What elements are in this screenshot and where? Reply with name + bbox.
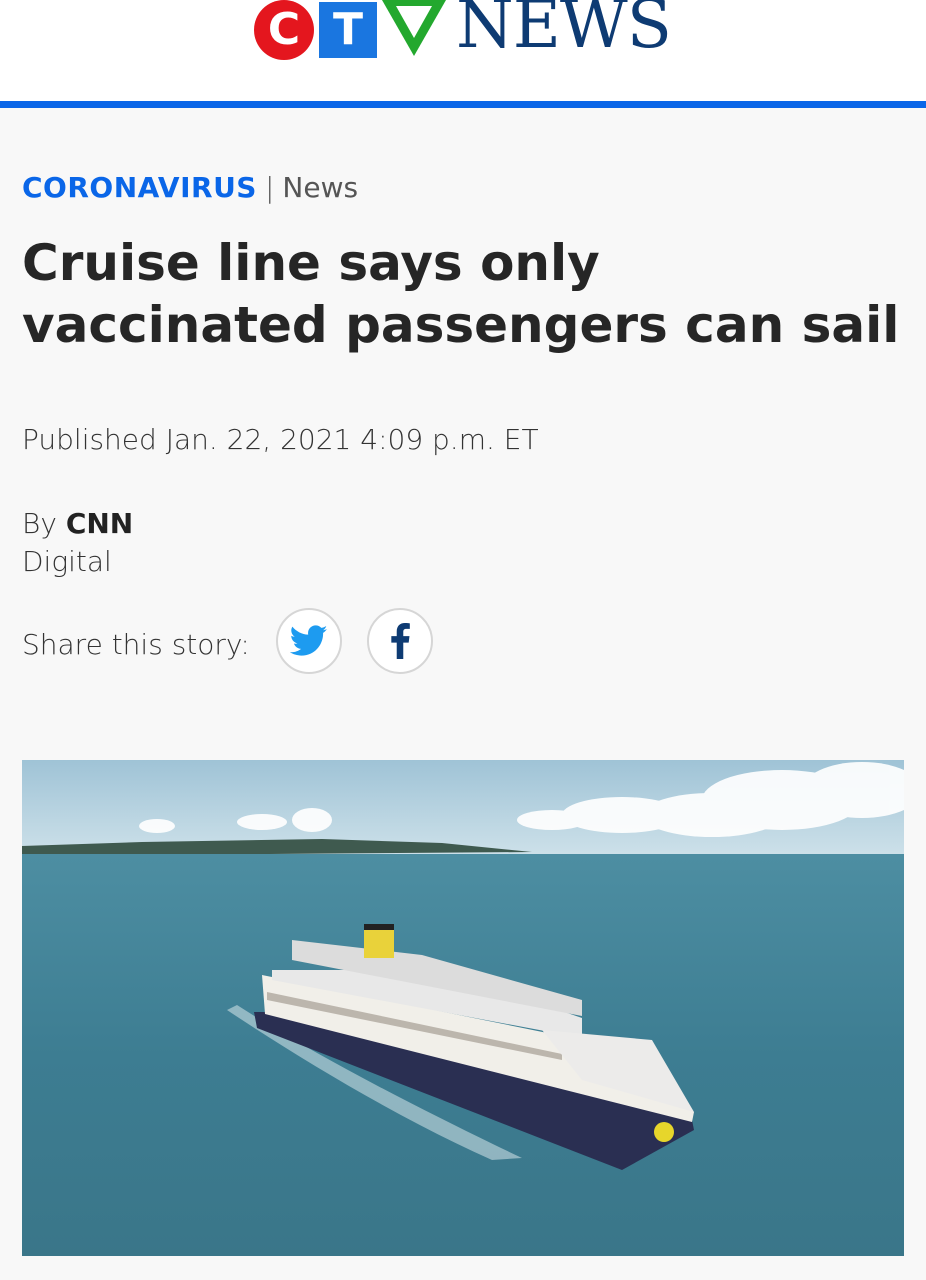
logo-v: [382, 0, 446, 56]
ctv-news-logo[interactable]: C T NEWS: [252, 0, 682, 64]
share-facebook-button[interactable]: [367, 608, 433, 674]
published-date: Published Jan. 22, 2021 4:09 p.m. ET: [22, 423, 539, 456]
byline-desk: Digital: [22, 545, 112, 578]
twitter-icon: [290, 625, 328, 656]
share-bar: Share this story:: [22, 608, 522, 678]
byline-prefix: By: [22, 507, 57, 540]
category-separator: |: [264, 171, 275, 204]
logo-t: T: [319, 2, 377, 58]
site-header: C T NEWS: [0, 0, 926, 108]
facebook-icon: [391, 623, 410, 659]
cruise-ship-photo: [22, 760, 904, 1256]
hero-image: [22, 760, 904, 1256]
byline-author: CNN: [65, 507, 134, 540]
byline: By CNN Digital: [22, 505, 133, 581]
share-twitter-button[interactable]: [276, 608, 342, 674]
subcategory-link[interactable]: News: [282, 171, 358, 204]
logo-c: C: [254, 0, 314, 60]
category-link[interactable]: CORONAVIRUS: [22, 171, 257, 204]
share-label: Share this story:: [22, 628, 250, 661]
logo-news-wordmark: NEWS: [456, 0, 672, 63]
article-headline: Cruise line says only vaccinated passeng…: [22, 234, 900, 354]
article-category: CORONAVIRUS | News: [22, 170, 358, 206]
